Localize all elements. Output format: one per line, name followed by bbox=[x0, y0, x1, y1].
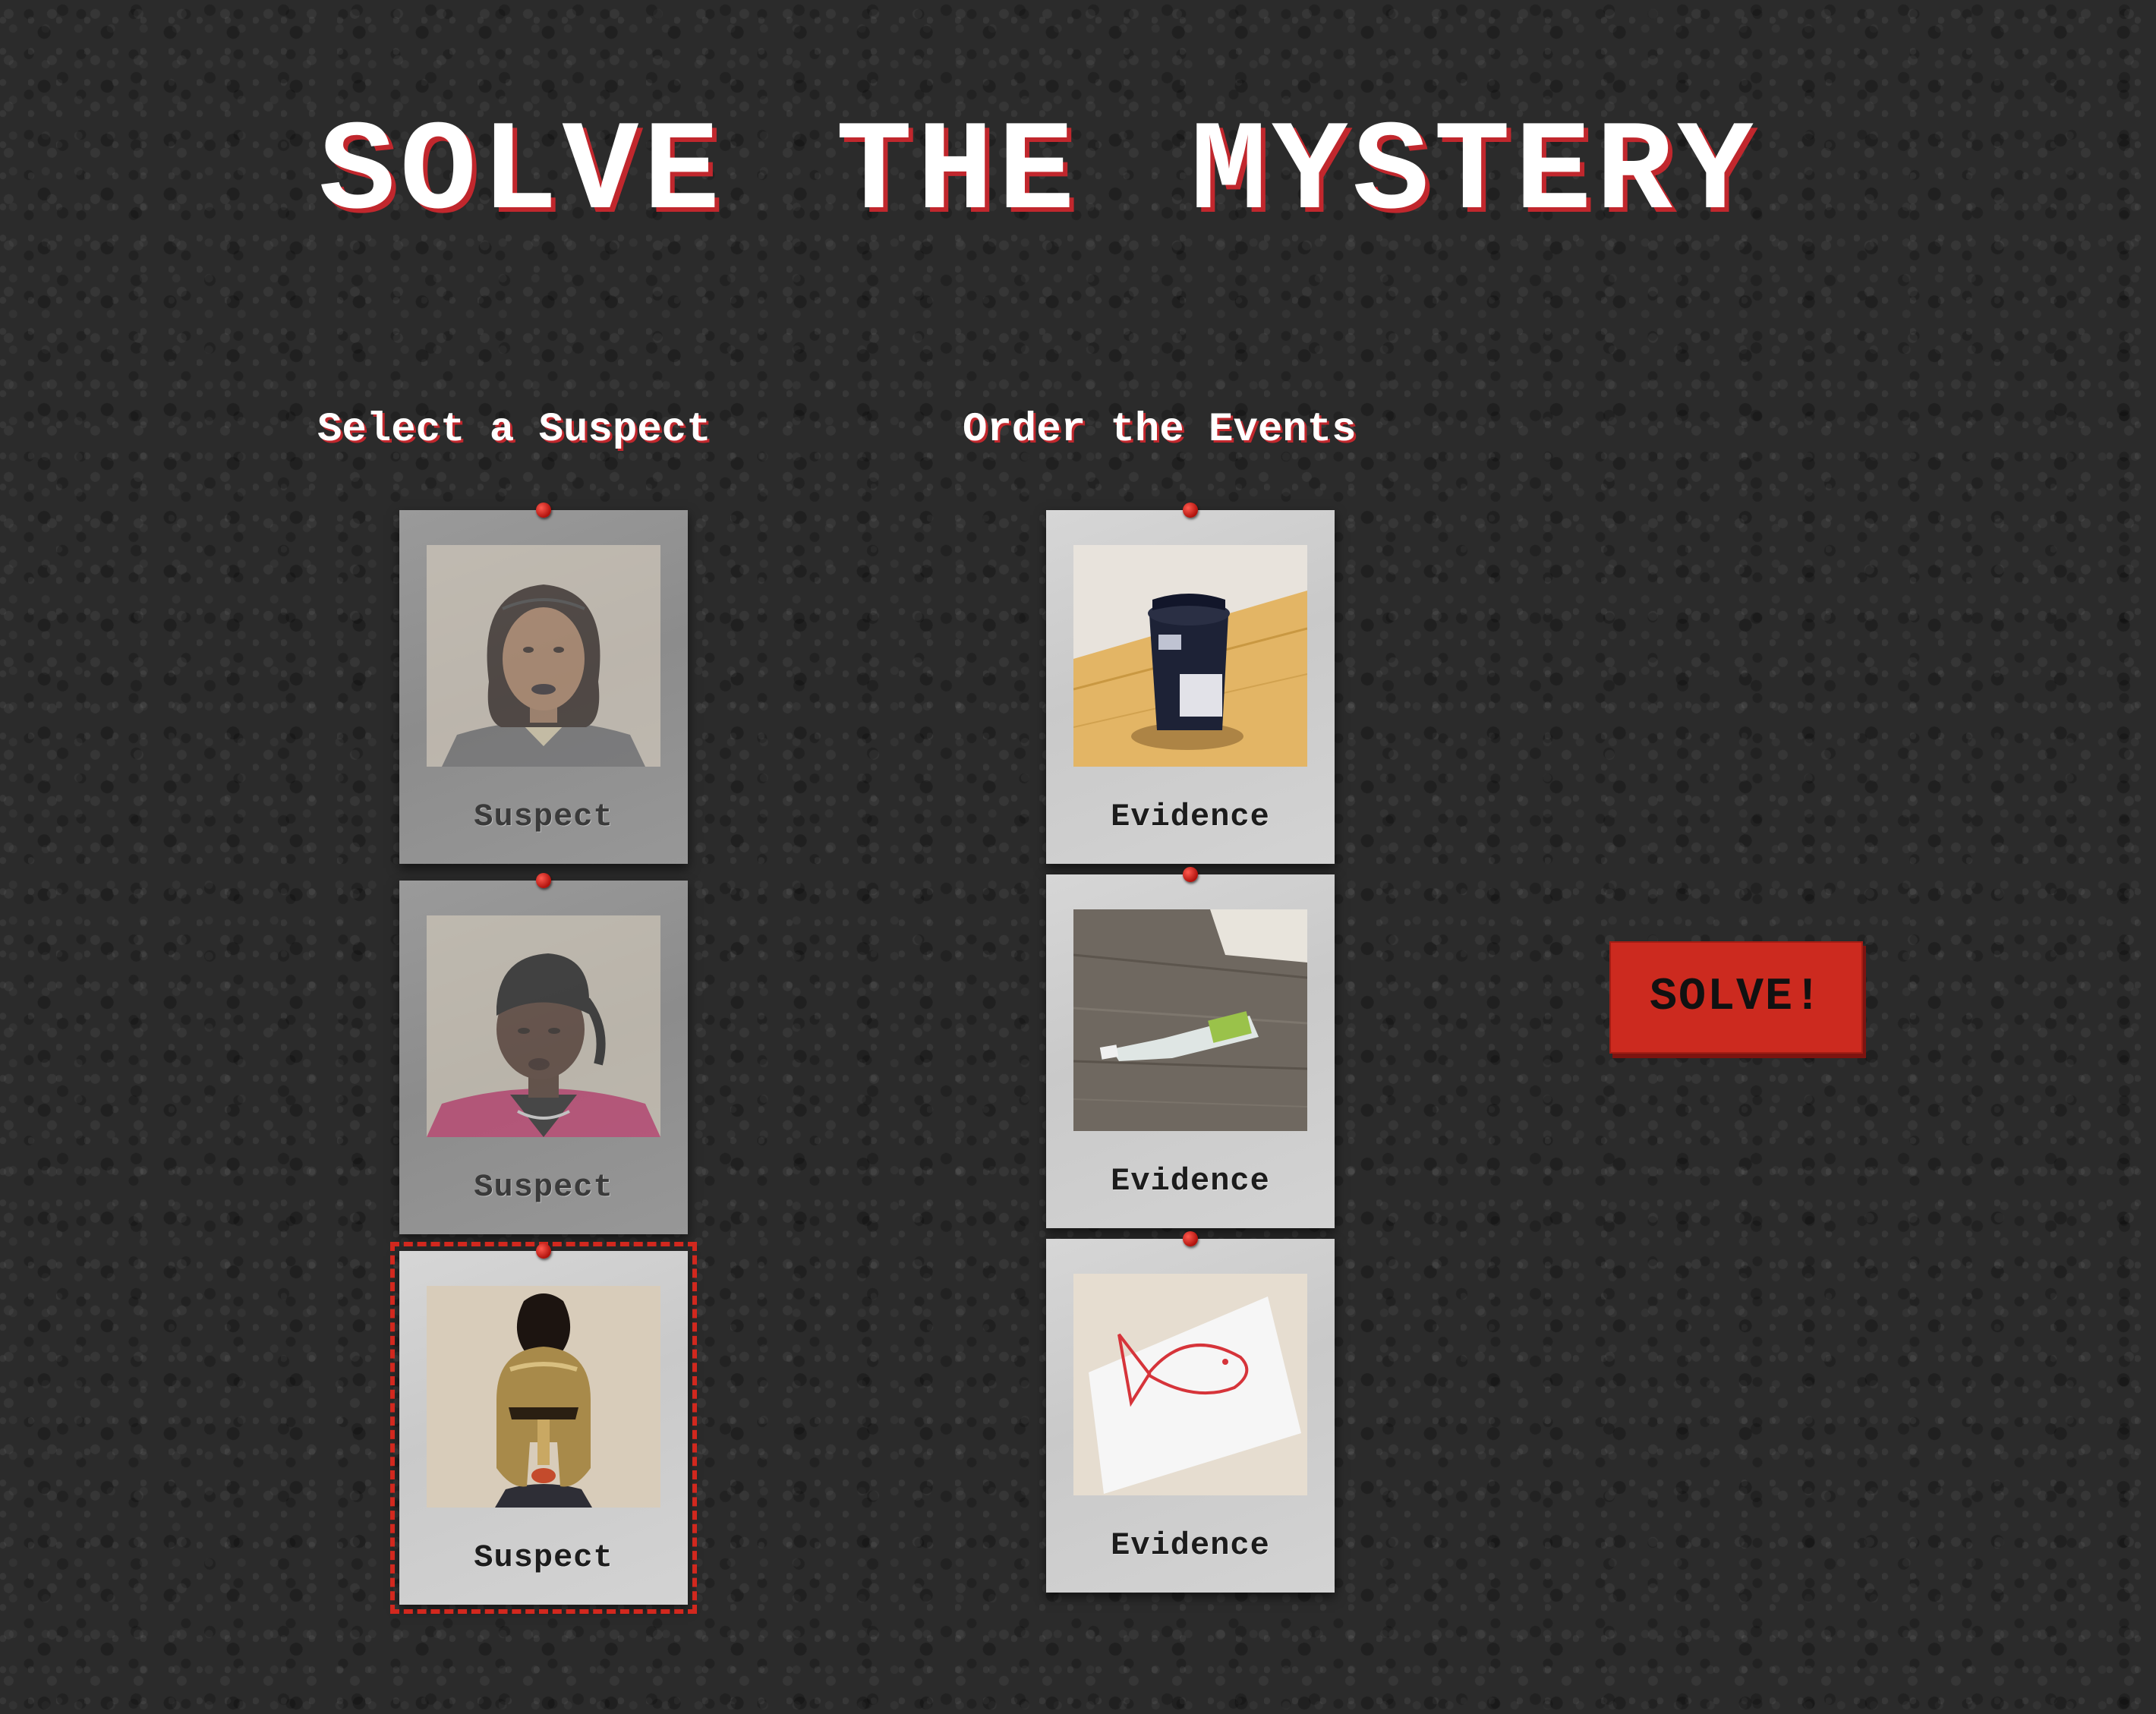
suspect-label: Suspect bbox=[474, 1169, 613, 1205]
evidence-card-3[interactable]: Evidence bbox=[1046, 1231, 1335, 1593]
suspect-photo-1 bbox=[427, 545, 660, 767]
evidence-label: Evidence bbox=[1111, 1527, 1270, 1564]
pushpin-icon bbox=[536, 503, 551, 518]
pushpin-icon bbox=[536, 1243, 551, 1259]
page-title: SOLVE THE MYSTERY bbox=[319, 102, 1758, 246]
suspect-photo-3 bbox=[427, 1286, 660, 1508]
evidence-photo-1 bbox=[1073, 545, 1307, 767]
evidence-label: Evidence bbox=[1111, 1163, 1270, 1199]
suspect-card-3[interactable]: Suspect bbox=[390, 1242, 697, 1614]
evidence-card-2[interactable]: Evidence bbox=[1046, 867, 1335, 1228]
suspect-card-2[interactable]: Suspect bbox=[399, 873, 688, 1234]
pushpin-icon bbox=[536, 873, 551, 888]
suspects-heading: Select a Suspect bbox=[317, 407, 711, 453]
events-heading: Order the Events bbox=[963, 407, 1357, 453]
evidence-photo-3 bbox=[1073, 1274, 1307, 1495]
pushpin-icon bbox=[1183, 867, 1198, 882]
suspect-label: Suspect bbox=[474, 1539, 613, 1576]
pushpin-icon bbox=[1183, 503, 1198, 518]
suspect-photo-2 bbox=[427, 915, 660, 1137]
evidence-label: Evidence bbox=[1111, 799, 1270, 835]
pushpin-icon bbox=[1183, 1231, 1198, 1246]
solve-button[interactable]: SOLVE! bbox=[1609, 941, 1863, 1054]
suspect-card-1[interactable]: Suspect bbox=[399, 503, 688, 864]
evidence-photo-2 bbox=[1073, 909, 1307, 1131]
suspect-label: Suspect bbox=[474, 799, 613, 835]
evidence-card-1[interactable]: Evidence bbox=[1046, 503, 1335, 864]
